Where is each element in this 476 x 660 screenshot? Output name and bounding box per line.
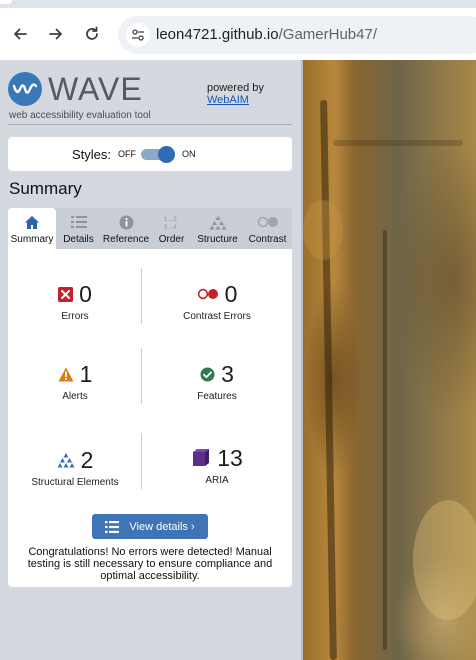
tab-label: Order xyxy=(158,234,185,245)
svg-text:3→4: 3→4 xyxy=(164,225,177,230)
forward-button[interactable] xyxy=(44,22,68,46)
browser-toolbar: leon4721.github.io/GamerHub47/ xyxy=(0,8,476,60)
powered-by: powered by WebAIM xyxy=(207,82,264,106)
errors-label: Errors xyxy=(61,311,89,322)
styles-toggle-box: Styles: OFF ON xyxy=(8,137,292,171)
features-count: 3 xyxy=(221,360,234,387)
powered-by-label: powered by xyxy=(207,82,264,94)
tab-label: Contrast xyxy=(248,234,287,245)
tab-summary[interactable]: Summary xyxy=(8,208,56,249)
structure-icon xyxy=(209,214,227,230)
tab-contrast[interactable]: Contrast xyxy=(243,208,292,249)
panel-title: Summary xyxy=(9,179,82,198)
back-arrow-icon xyxy=(14,28,27,40)
alerts-stat[interactable]: 1 Alerts xyxy=(8,361,142,402)
contrast-icon xyxy=(257,214,279,230)
aria-cube-icon xyxy=(193,449,210,466)
congrats-message: Congratulations! No errors were detected… xyxy=(27,546,273,582)
home-icon xyxy=(24,214,40,230)
tab-strip xyxy=(0,0,476,8)
alert-triangle-icon xyxy=(58,367,74,381)
url-path: /GamerHub47/ xyxy=(278,26,377,43)
structure-icon xyxy=(57,453,75,468)
tab-label: Summary xyxy=(10,234,54,245)
svg-text:1→2: 1→2 xyxy=(164,217,177,223)
list-icon xyxy=(105,520,120,533)
site-info-button[interactable] xyxy=(126,23,150,47)
wave-logo-icon xyxy=(8,72,42,106)
structural-label: Structural Elements xyxy=(31,477,119,488)
toggle-off-label: OFF xyxy=(118,149,136,159)
tune-icon xyxy=(132,29,144,41)
contrast-error-icon xyxy=(197,288,218,300)
tab-label: Reference xyxy=(102,234,150,245)
reload-button[interactable] xyxy=(80,22,104,46)
page-background-image xyxy=(303,60,476,660)
wave-logo[interactable]: WAVE xyxy=(8,72,143,106)
header-divider xyxy=(8,124,292,125)
features-stat[interactable]: 3 Features xyxy=(142,360,292,403)
wave-sidebar: WAVE web accessibility evaluation tool p… xyxy=(0,60,301,660)
forward-arrow-icon xyxy=(49,28,62,40)
tab-details[interactable]: Details xyxy=(56,208,101,249)
check-circle-icon xyxy=(200,367,215,381)
aria-stat[interactable]: 13 ARIA xyxy=(142,445,292,486)
view-details-label: View details › xyxy=(129,520,195,533)
wave-logo-text: WAVE xyxy=(48,71,143,107)
styles-label: Styles: xyxy=(72,147,112,162)
toggle-on-label: ON xyxy=(182,149,196,159)
url-host: leon4721.github.io xyxy=(156,26,279,43)
styles-toggle[interactable] xyxy=(141,146,175,163)
address-bar[interactable]: leon4721.github.io/GamerHub47/ xyxy=(118,16,476,54)
structural-count: 2 xyxy=(80,446,94,473)
page-content: WAVE web accessibility evaluation tool p… xyxy=(0,60,476,660)
wave-tagline: web accessibility evaluation tool xyxy=(9,110,151,121)
tab-reference[interactable]: Reference xyxy=(101,208,151,249)
toggle-knob xyxy=(158,146,175,163)
tab-structure[interactable]: Structure xyxy=(192,208,243,249)
order-icon: 1→2 3→4 xyxy=(163,214,181,230)
contrast-errors-count: 0 xyxy=(224,280,238,307)
info-icon xyxy=(119,214,134,230)
aria-count: 13 xyxy=(217,444,243,471)
tab-label: Structure xyxy=(197,234,238,245)
webaim-link[interactable]: WebAIM xyxy=(207,94,264,106)
wave-tabs: Summary Details Reference 1→23→4 Order xyxy=(8,208,292,249)
list-icon xyxy=(70,214,87,230)
reload-icon xyxy=(86,26,98,40)
structural-elements-stat[interactable]: 2 Structural Elements xyxy=(8,446,142,489)
aria-label: ARIA xyxy=(205,475,229,486)
url-text[interactable]: leon4721.github.io/GamerHub47/ xyxy=(156,26,377,43)
contrast-errors-label: Contrast Errors xyxy=(183,311,251,322)
errors-count: 0 xyxy=(79,280,92,307)
view-details-button[interactable]: View details › xyxy=(92,514,208,539)
features-label: Features xyxy=(197,391,237,402)
tab-order[interactable]: 1→2 3→4 Order xyxy=(151,208,192,249)
errors-stat[interactable]: 0 Errors xyxy=(8,281,142,322)
back-button[interactable] xyxy=(8,22,32,46)
alerts-label: Alerts xyxy=(62,391,88,402)
tab-label: Details xyxy=(63,234,94,245)
contrast-errors-stat[interactable]: 0 Contrast Errors xyxy=(142,280,292,323)
error-x-icon xyxy=(58,286,74,302)
tab-edge xyxy=(0,0,12,4)
alerts-count: 1 xyxy=(79,360,93,387)
